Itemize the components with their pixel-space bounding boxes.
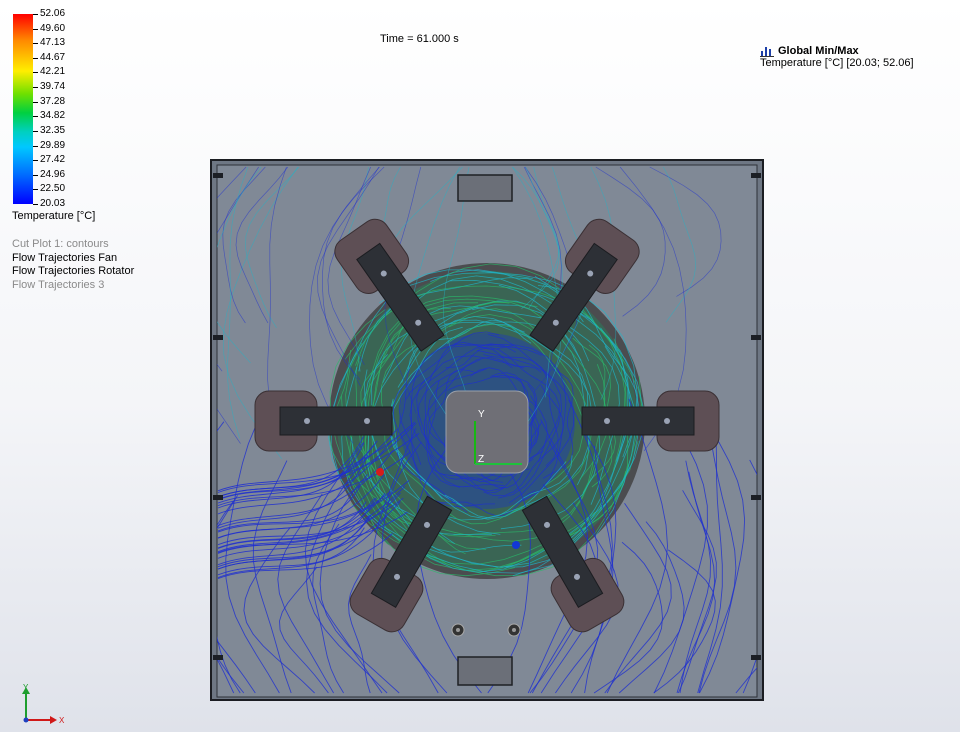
top-slot <box>457 174 513 202</box>
center-triad-y: Y <box>478 409 485 420</box>
legend-tick-mark <box>33 43 38 45</box>
plot-list-item[interactable]: Flow Trajectories Fan <box>12 252 134 266</box>
housing-clip <box>213 173 223 178</box>
legend-tick-mark <box>33 28 38 30</box>
probe-blue <box>512 541 520 549</box>
minmax-value: Temperature [°C] [20.03; 52.06] <box>760 57 914 69</box>
legend-tick-mark <box>33 101 38 103</box>
view-triad: Y X <box>22 684 65 725</box>
bottom-slot <box>457 656 513 686</box>
bolt-right <box>507 623 521 637</box>
housing-clip <box>213 495 223 500</box>
legend-tick-label: 34.82 <box>40 110 66 122</box>
chart-icon <box>760 47 774 57</box>
plot-list-item[interactable]: Cut Plot 1: contours <box>12 238 134 252</box>
housing-clip <box>751 655 761 660</box>
legend-tick-label: 22.50 <box>40 183 66 195</box>
legend-tick-mark <box>33 174 38 176</box>
legend-tick-label: 39.74 <box>40 81 66 93</box>
legend-tick-mark <box>33 87 38 89</box>
legend-tick-mark <box>33 130 38 132</box>
legend-tick-label: 49.60 <box>40 22 66 34</box>
hub-block <box>445 390 529 474</box>
plot-list: Cut Plot 1: contours Flow Trajectories Fa… <box>12 238 134 292</box>
probe-red <box>376 468 384 476</box>
triad-y: Y <box>23 684 29 692</box>
legend-tick-label: 37.28 <box>40 95 66 107</box>
plot-list-item[interactable]: Flow Trajectories 3 <box>12 279 134 293</box>
global-minmax-title: Global Min/Max <box>760 45 914 57</box>
minmax-title-text: Global Min/Max <box>778 45 859 57</box>
legend-tick-label: 44.67 <box>40 51 66 63</box>
legend-tick-mark <box>33 72 38 74</box>
legend-tick-label: 20.03 <box>40 198 66 209</box>
global-minmax: Global Min/Max Temperature [°C] [20.03; … <box>760 45 914 69</box>
housing-clip <box>213 655 223 660</box>
center-triad-z: Z <box>478 454 484 465</box>
legend-tick-mark <box>33 57 38 59</box>
legend-tick-mark <box>33 204 38 205</box>
housing-clip <box>751 335 761 340</box>
legend-tick-label: 29.89 <box>40 139 66 151</box>
housing-clip <box>751 495 761 500</box>
legend-title: Temperature [°C] <box>12 210 96 222</box>
housing-clip <box>213 335 223 340</box>
color-bar <box>13 14 33 204</box>
legend-tick-mark <box>33 14 38 15</box>
legend-tick-mark <box>33 116 38 118</box>
legend-tick-label: 27.42 <box>40 154 66 166</box>
bolt-left <box>451 623 465 637</box>
legend-tick-mark <box>33 189 38 191</box>
legend-tick-label: 52.06 <box>40 8 66 19</box>
legend-tick-mark <box>33 145 38 147</box>
triad-x: X <box>59 716 65 725</box>
time-label: Time = 61.000 s <box>380 33 459 45</box>
legend-tick-label: 47.13 <box>40 37 66 49</box>
legend-tick-mark <box>33 160 38 162</box>
plot-list-item[interactable]: Flow Trajectories Rotator <box>12 265 134 279</box>
legend-tick-label: 42.21 <box>40 66 66 78</box>
model-viewport[interactable]: Y Z <box>210 159 764 701</box>
housing-clip <box>751 173 761 178</box>
legend-tick-label: 24.96 <box>40 168 66 180</box>
legend-tick-label: 32.35 <box>40 124 66 136</box>
